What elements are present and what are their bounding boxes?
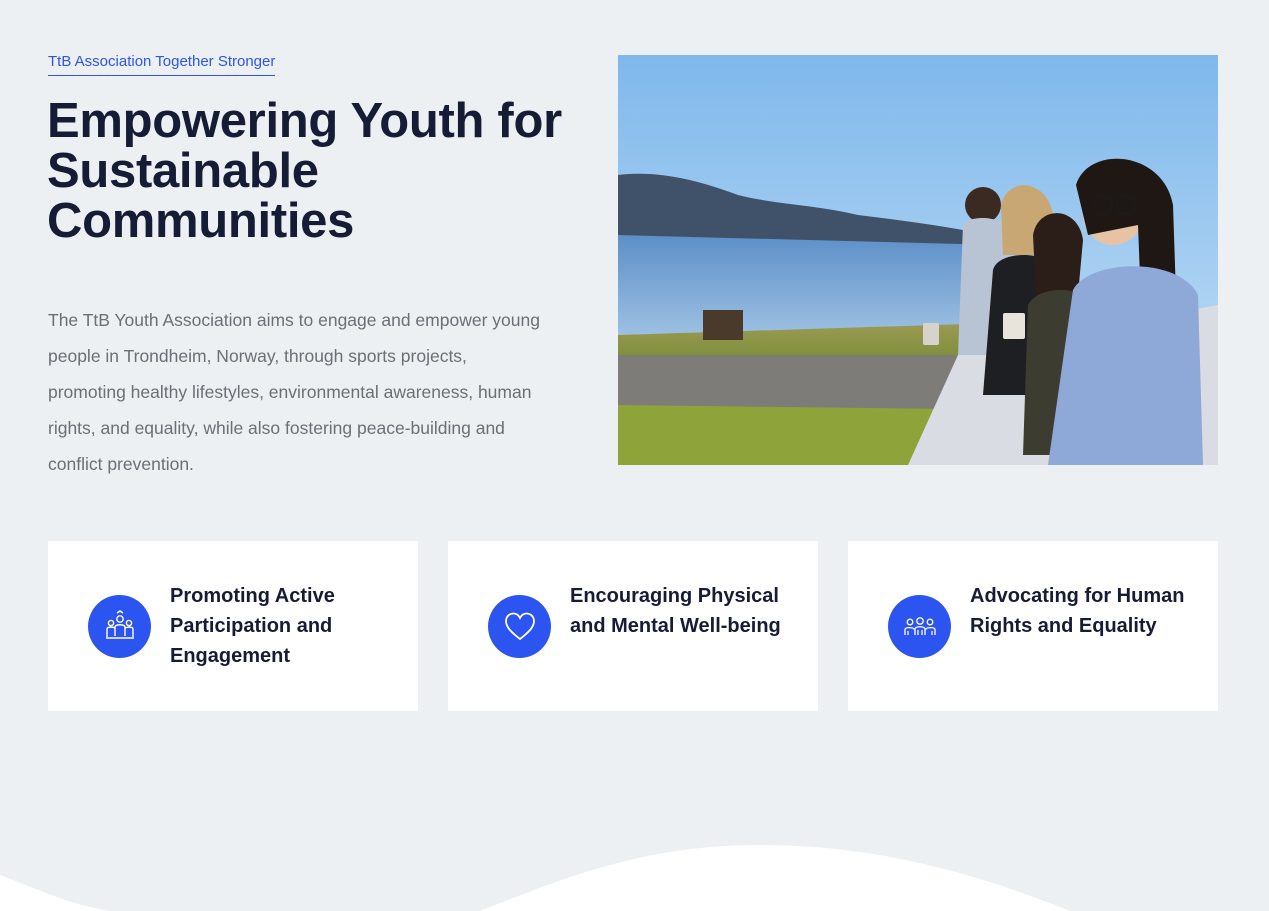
heart-icon [488,595,551,658]
feature-label: Advocating for Human Rights and Equality [970,585,1185,637]
hero-photo [618,55,1218,465]
feature-label: Promoting Active Participation and Engag… [170,585,335,667]
feature-card-wellbeing[interactable]: Encouraging Physical and Mental Well-bei… [448,541,818,711]
team-icon [88,595,151,658]
hero-section: TtB Association Together Stronger Empowe… [0,0,1269,520]
feature-label: Encouraging Physical and Mental Well-bei… [570,585,781,637]
feature-card-participation[interactable]: Promoting Active Participation and Engag… [48,541,418,711]
hero-description: The TtB Youth Association aims to engage… [48,310,540,474]
tagline-link[interactable]: TtB Association Together Stronger [48,53,276,76]
people-group-icon [888,595,951,658]
feature-card-human-rights[interactable]: Advocating for Human Rights and Equality [848,541,1218,711]
bottom-wave-divider [0,845,1269,911]
feature-cards: Promoting Active Participation and Engag… [48,541,1218,711]
page-title: Empowering Youth for Sustainable Communi… [47,94,562,248]
